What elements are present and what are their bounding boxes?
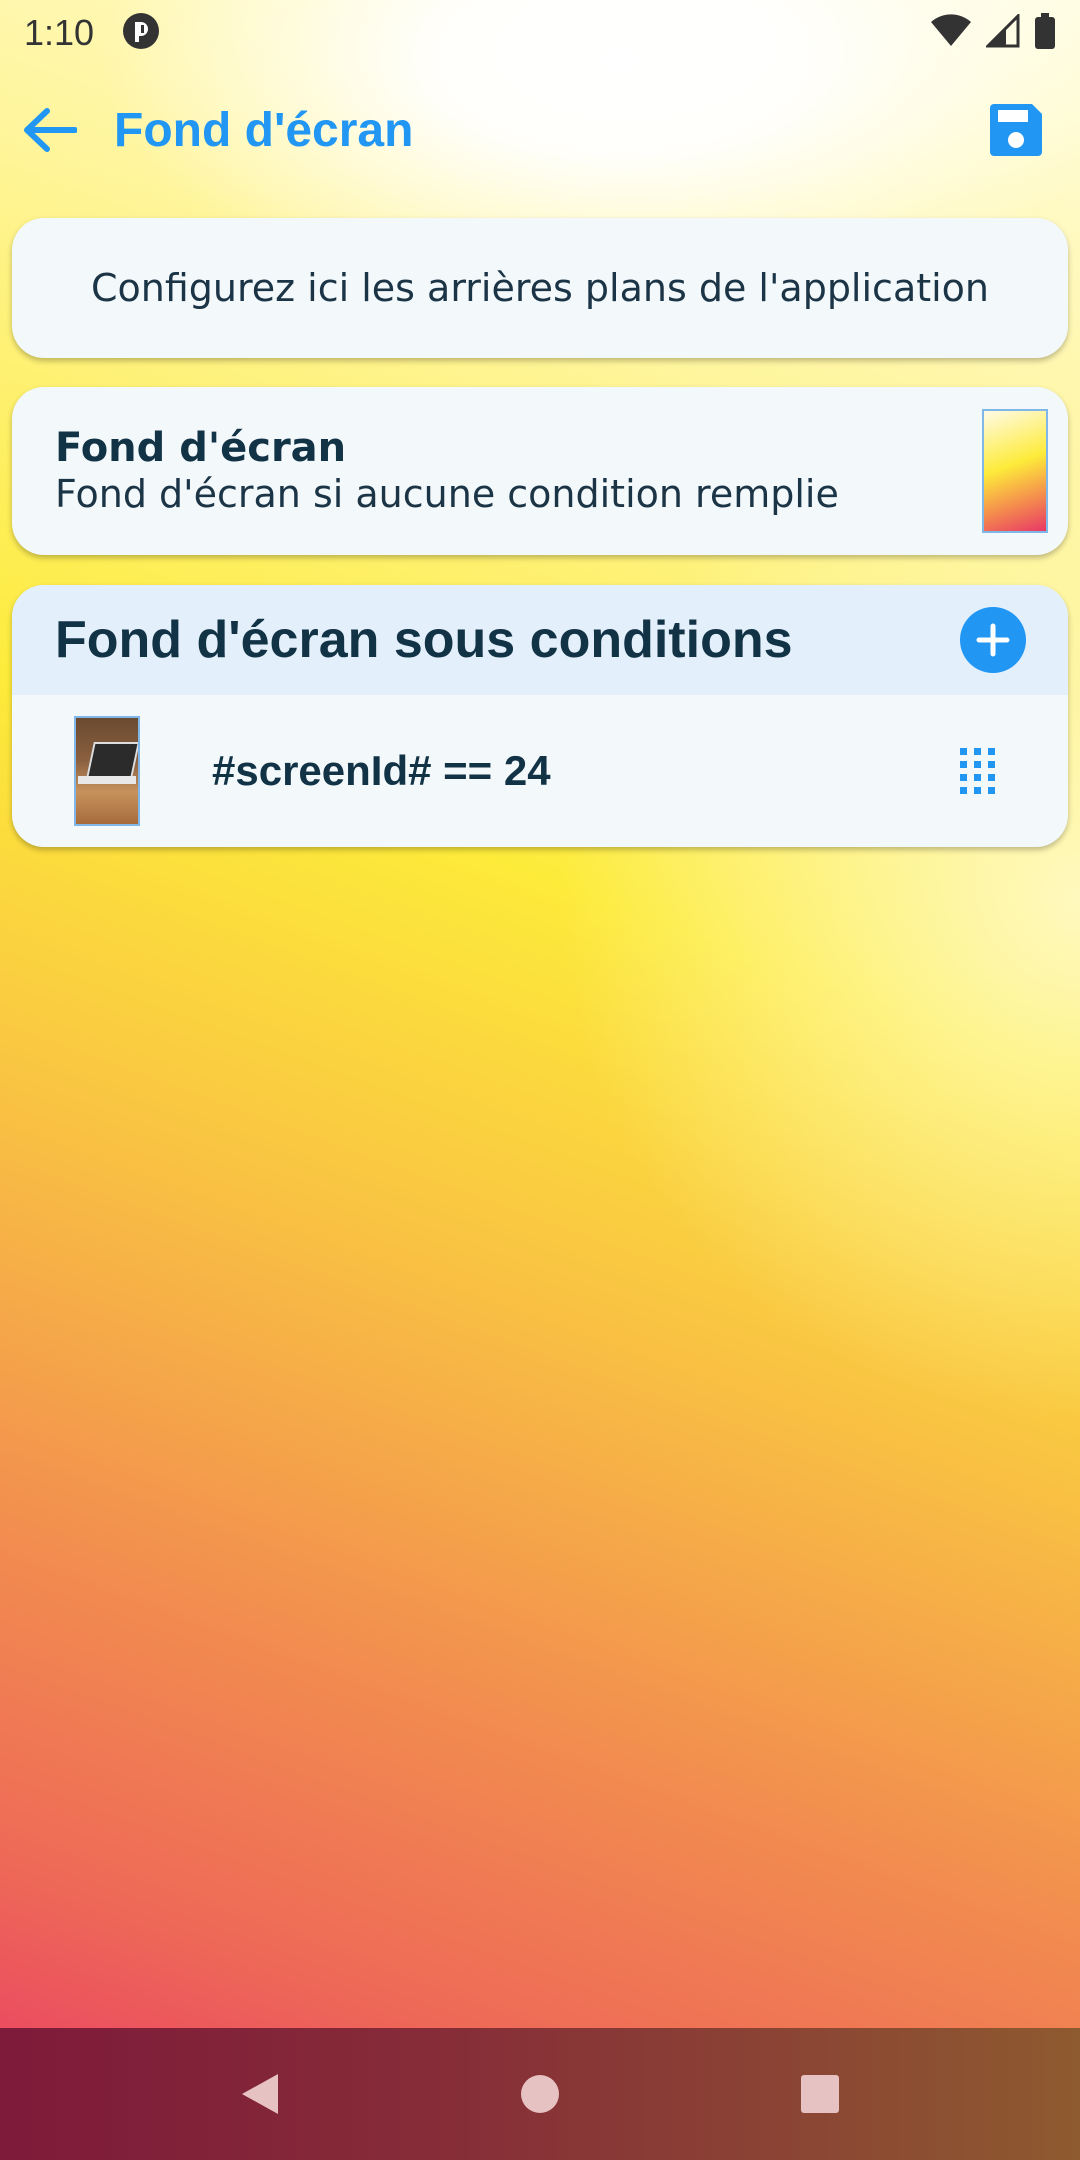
floppy-disk-icon — [990, 104, 1042, 156]
condition-expression: #screenId# == 24 — [212, 747, 551, 794]
save-button[interactable] — [984, 98, 1048, 162]
laptop-base — [78, 776, 136, 784]
default-wallpaper-subtitle: Fond d'écran si aucune condition remplie — [55, 472, 839, 516]
conditional-header: Fond d'écran sous conditions — [12, 585, 1068, 695]
condition-list-item[interactable]: #screenId# == 24 — [12, 695, 1068, 847]
battery-icon — [1034, 13, 1056, 53]
circle-home-icon — [521, 2075, 559, 2113]
signal-icon — [984, 12, 1020, 52]
nav-recents-button[interactable] — [780, 2054, 860, 2134]
conditional-wallpapers-card: Fond d'écran sous conditions #screenId# … — [12, 585, 1068, 847]
add-condition-button[interactable] — [960, 607, 1026, 673]
square-recents-icon — [801, 2075, 839, 2113]
laptop-image — [86, 742, 138, 778]
status-left: 1:10 — [24, 12, 160, 54]
default-wallpaper-texts: Fond d'écran Fond d'écran si aucune cond… — [55, 425, 982, 517]
arrow-left-icon — [24, 108, 77, 152]
page-title: Fond d'écran — [114, 103, 414, 157]
status-time: 1:10 — [24, 12, 95, 53]
back-button[interactable] — [22, 102, 78, 158]
default-wallpaper-card[interactable]: Fond d'écran Fond d'écran si aucune cond… — [12, 387, 1068, 555]
drag-handle-icon[interactable] — [958, 746, 998, 796]
triangle-back-icon — [242, 2074, 278, 2114]
default-wallpaper-title: Fond d'écran — [55, 425, 347, 471]
default-wallpaper-thumbnail[interactable] — [982, 409, 1048, 533]
status-right — [930, 12, 1056, 53]
wifi-icon — [930, 14, 972, 52]
plus-icon — [976, 623, 1010, 657]
nav-back-button[interactable] — [220, 2054, 300, 2134]
nav-home-button[interactable] — [500, 2054, 580, 2134]
notification-app-icon — [122, 12, 160, 54]
conditional-title: Fond d'écran sous conditions — [55, 611, 793, 669]
intro-card: Configurez ici les arrières plans de l'a… — [12, 218, 1068, 358]
system-navigation-bar — [0, 2028, 1080, 2160]
intro-text: Configurez ici les arrières plans de l'a… — [90, 266, 990, 310]
status-bar: 1:10 — [0, 0, 1080, 66]
app-bar: Fond d'écran — [0, 80, 1080, 180]
condition-wallpaper-thumbnail[interactable] — [74, 716, 140, 826]
